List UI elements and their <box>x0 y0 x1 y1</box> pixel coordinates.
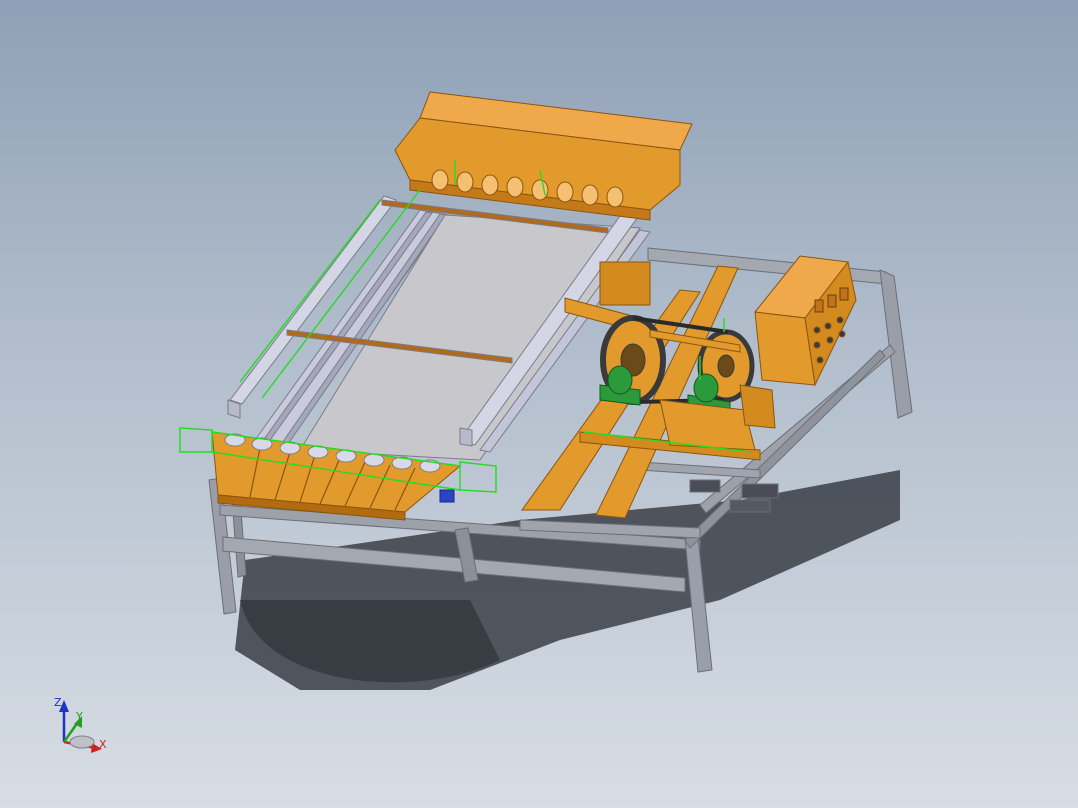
z-axis-label: Z <box>54 696 62 709</box>
y-axis-label: Y <box>75 710 83 723</box>
control-box[interactable] <box>754 255 857 387</box>
x-axis-label: X <box>99 738 107 751</box>
feed-hopper[interactable] <box>394 91 693 221</box>
coordinate-triad: Z Y X <box>54 696 107 753</box>
cad-viewport[interactable]: Z Y X <box>0 0 1078 808</box>
3d-model-view[interactable]: Z Y X <box>0 0 1078 808</box>
